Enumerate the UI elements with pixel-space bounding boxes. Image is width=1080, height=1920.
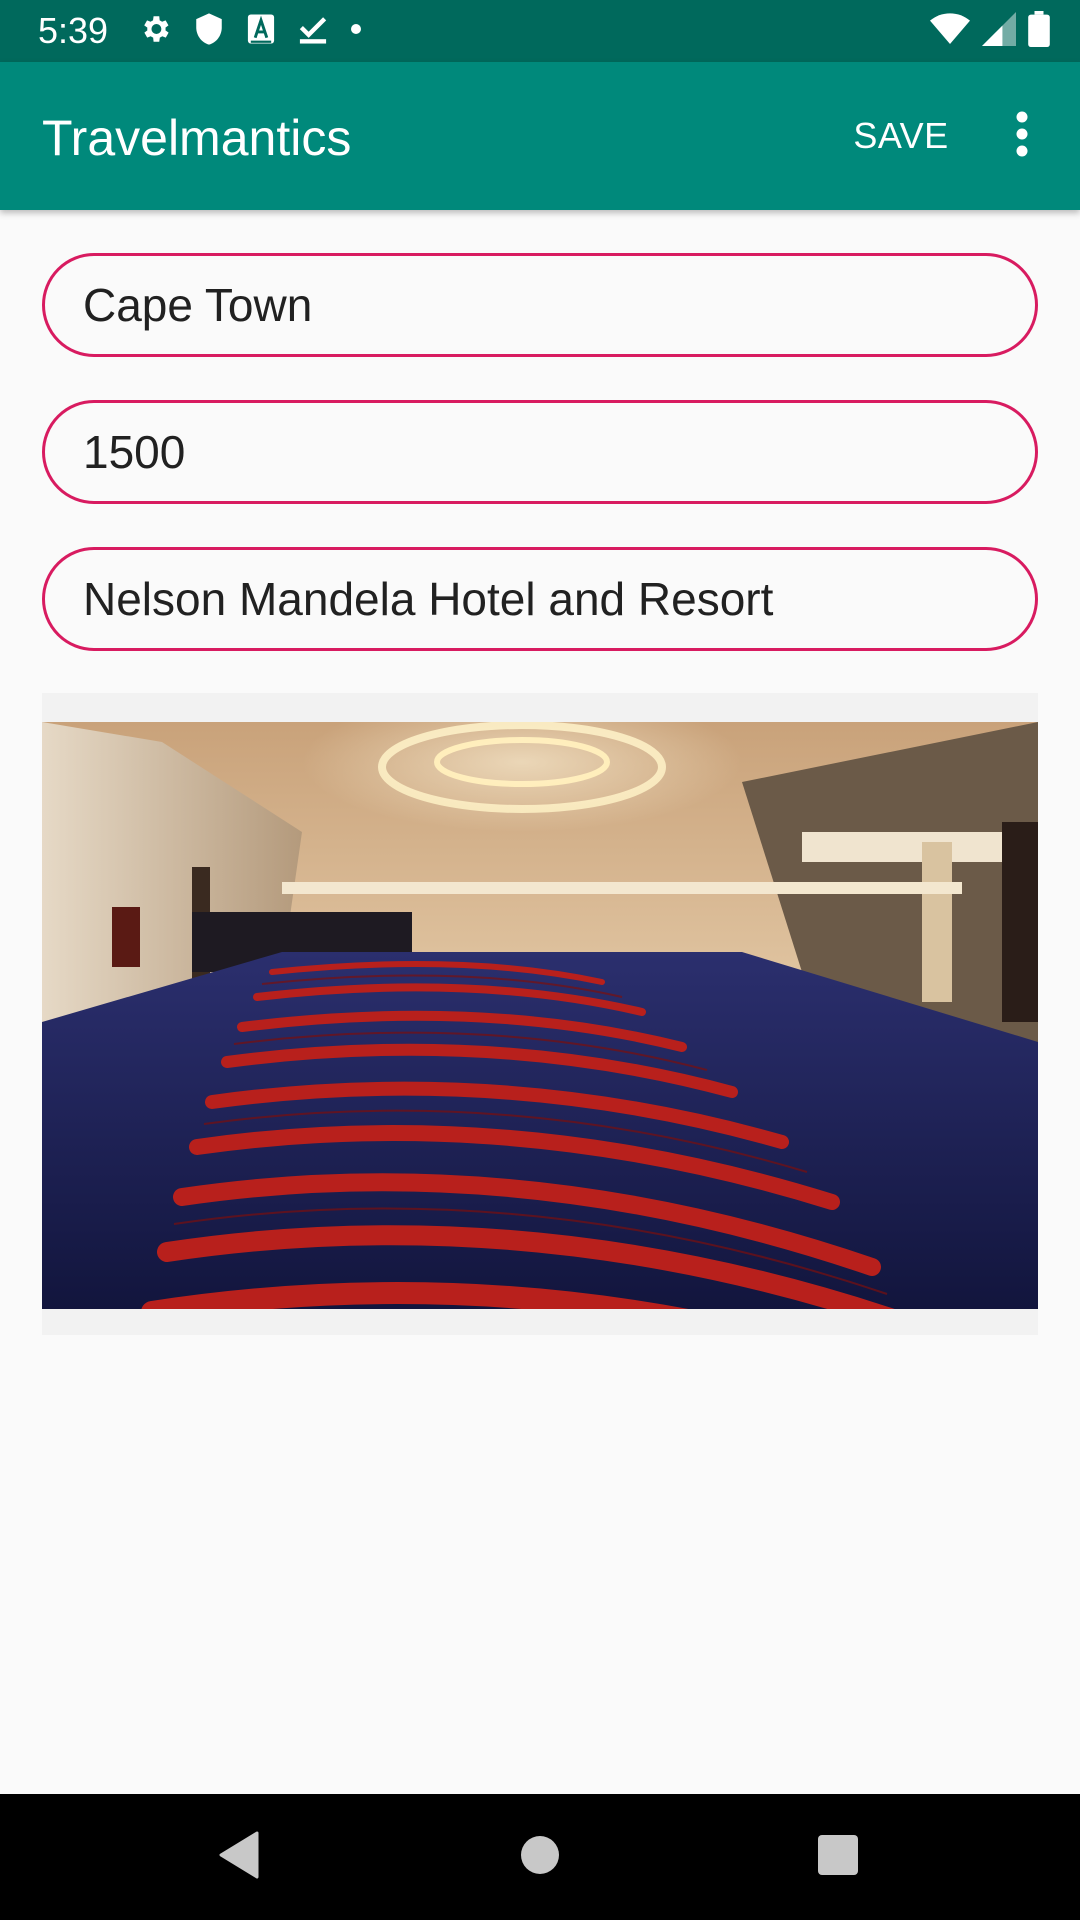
home-button[interactable]	[505, 1824, 575, 1890]
home-icon	[520, 1835, 560, 1880]
app-bar: Travelmantics SAVE	[0, 62, 1080, 210]
shield-icon	[194, 12, 224, 51]
recents-icon	[818, 1834, 858, 1880]
description-field[interactable]	[42, 547, 1038, 651]
status-time: 5:39	[38, 10, 109, 51]
recents-button[interactable]	[803, 1824, 873, 1890]
battery-icon	[1028, 10, 1050, 52]
status-icons-left	[138, 12, 362, 50]
image-container	[42, 693, 1038, 1335]
a-box-icon	[246, 13, 276, 50]
dot-icon	[350, 22, 362, 40]
wifi-icon	[930, 12, 970, 51]
cell-signal-icon	[982, 11, 1016, 51]
status-bar: 5:39	[0, 0, 1080, 62]
overflow-menu-button[interactable]	[994, 96, 1050, 176]
back-icon	[217, 1831, 261, 1884]
more-vert-icon	[1015, 111, 1029, 162]
save-button[interactable]: SAVE	[836, 106, 966, 166]
gear-icon	[138, 12, 172, 51]
auditorium-illustration	[42, 722, 1038, 1309]
status-icons-right	[930, 10, 1050, 52]
check-download-icon	[298, 13, 328, 50]
city-field[interactable]	[42, 253, 1038, 357]
deal-photo[interactable]	[42, 722, 1038, 1309]
price-field[interactable]	[42, 400, 1038, 504]
app-title: Travelmantics	[42, 110, 352, 166]
nav-bar	[0, 1794, 1080, 1920]
back-button[interactable]	[204, 1824, 274, 1890]
